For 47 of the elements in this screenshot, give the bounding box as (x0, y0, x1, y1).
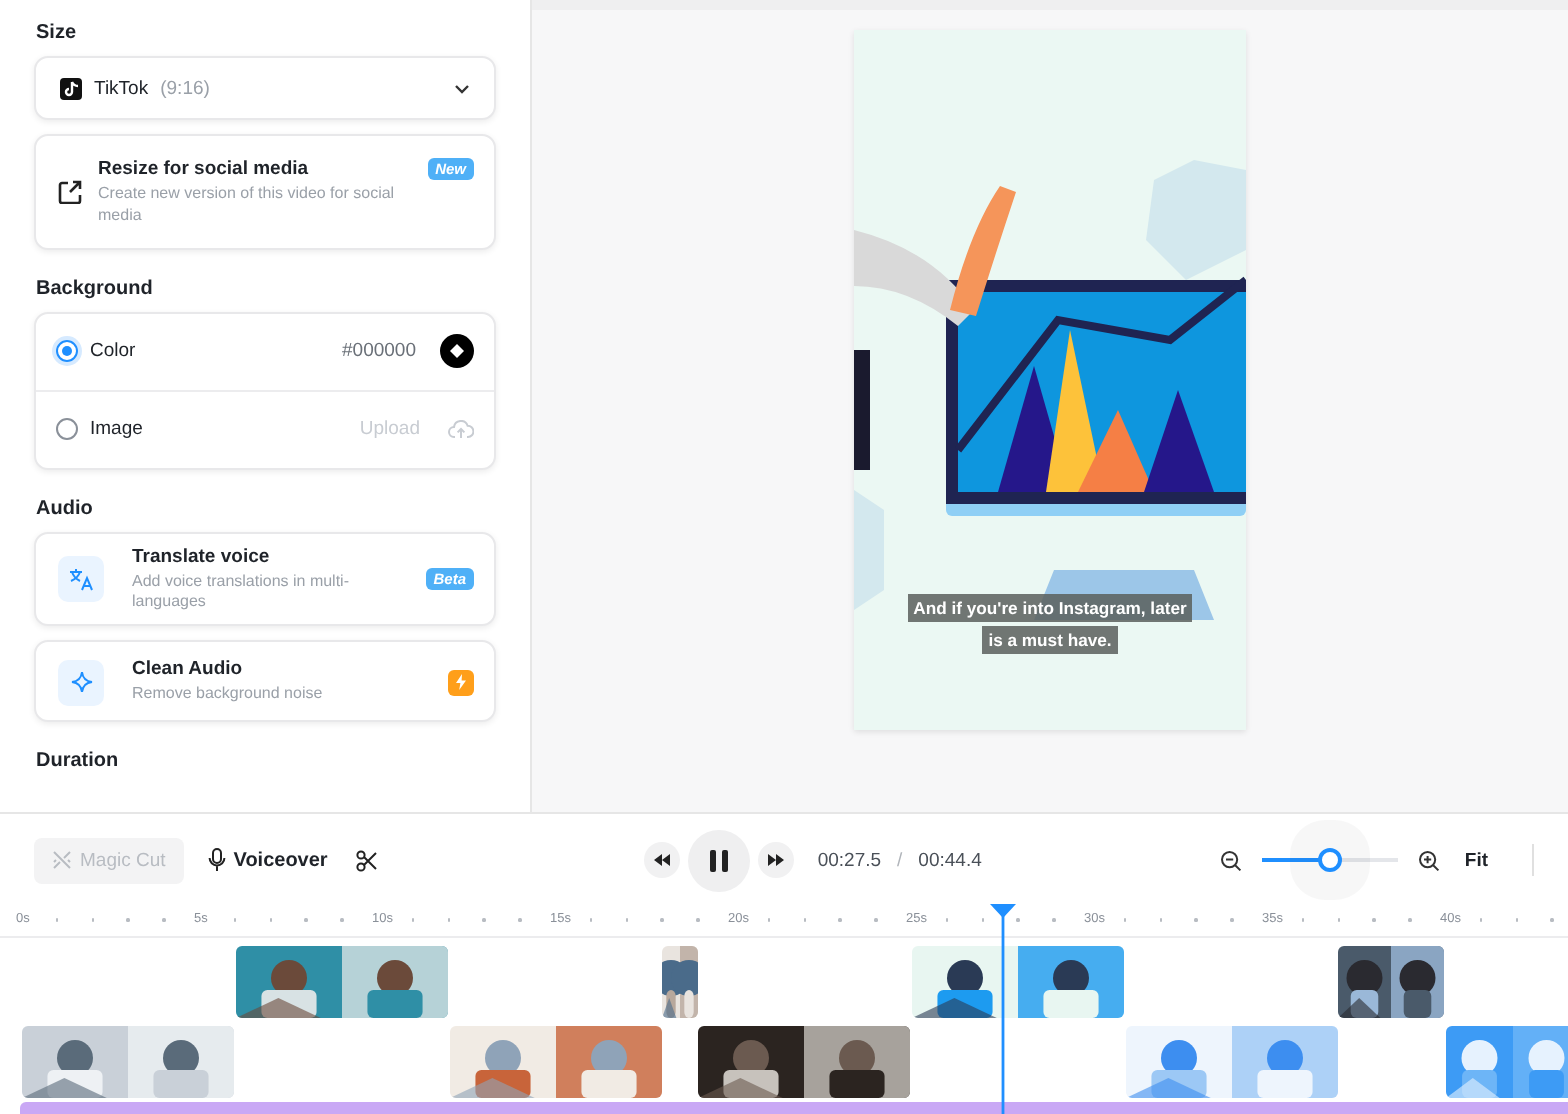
audio-tool-card[interactable]: Clean Audio Remove background noise (34, 640, 496, 723)
color-value: #000000 (342, 340, 416, 363)
zoom-out-icon[interactable] (1220, 849, 1243, 871)
section-heading: Size (36, 22, 79, 44)
color-swatch[interactable] (440, 334, 474, 369)
playhead[interactable] (990, 904, 1016, 1114)
rewind-button[interactable] (643, 842, 680, 878)
time-separator: / (897, 849, 903, 871)
feature-description: Create new version of this video for social media (98, 184, 397, 228)
section-heading: Duration (36, 750, 121, 773)
pause-button[interactable] (687, 829, 750, 891)
subtitle-text: is a must have. (982, 626, 1118, 654)
section-heading: Background (36, 277, 155, 300)
platform-name: TikTok (94, 77, 149, 99)
scissors-icon[interactable] (355, 849, 378, 871)
lightning-icon (448, 669, 474, 696)
zoom-slider[interactable] (1258, 848, 1403, 872)
fit-button[interactable]: Fit (1464, 849, 1488, 871)
section-heading: Audio (36, 497, 95, 520)
sparkle-icon (58, 659, 104, 706)
microphone-icon (207, 848, 226, 872)
size-dropdown[interactable]: TikTok (9:16) (34, 56, 496, 120)
tool-title: Translate voice (132, 545, 272, 568)
chevron-down-icon (454, 83, 470, 93)
translate-icon (58, 556, 104, 603)
radio-button[interactable] (56, 418, 78, 441)
aspect-ratio: (9:16) (160, 77, 210, 99)
option-label: Color (90, 340, 136, 363)
resize-icon (58, 180, 82, 205)
total-time: 00:44.4 (918, 849, 982, 871)
tool-description: Add voice translations in multi-languages (132, 571, 351, 615)
fast-forward-icon (767, 854, 784, 866)
pause-icon (709, 849, 728, 871)
feature-title: Resize for social media (98, 158, 311, 180)
current-time: 00:27.5 (817, 849, 882, 871)
option-label: Image (90, 418, 143, 441)
zoom-in-icon[interactable] (1418, 849, 1441, 871)
fast-forward-button[interactable] (757, 842, 794, 878)
slider-thumb[interactable] (1318, 848, 1343, 872)
tool-title: Clean Audio (132, 658, 245, 681)
rewind-icon (653, 854, 670, 866)
voiceover-button[interactable]: Voiceover (199, 848, 336, 872)
tool-description: Remove background noise (132, 684, 325, 707)
background-option[interactable]: Color #000000 (36, 313, 494, 390)
subtitle-text: And if you're into Instagram, later (907, 594, 1193, 622)
music-note-icon (60, 77, 82, 99)
radio-button[interactable] (56, 340, 78, 363)
